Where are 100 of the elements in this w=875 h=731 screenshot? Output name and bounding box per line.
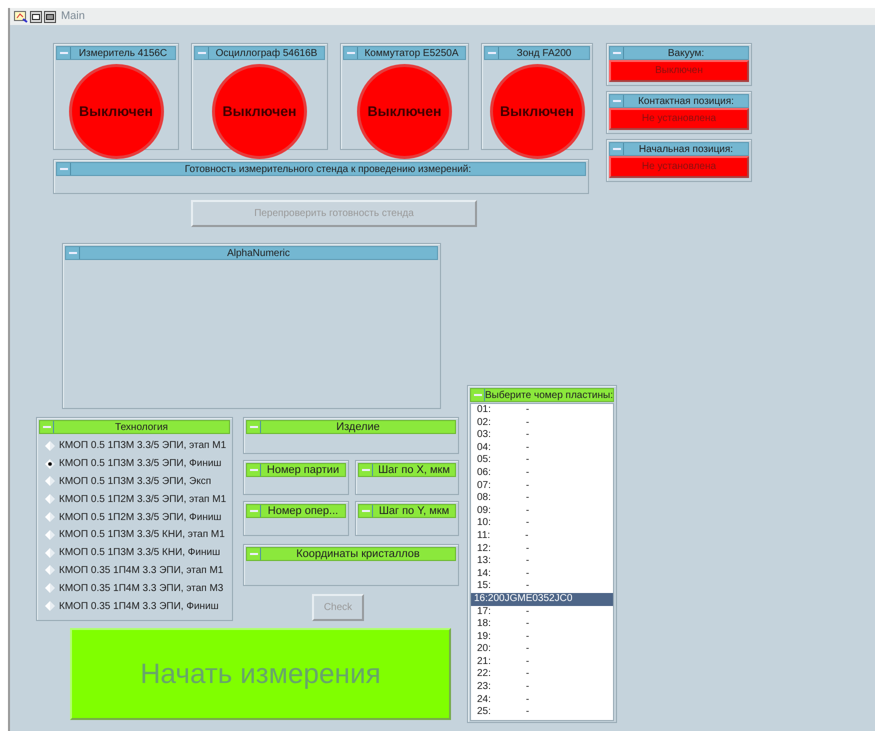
wafer-row[interactable]: 24: - <box>471 694 614 706</box>
wafer-value: - <box>526 656 530 668</box>
wafer-value: - <box>526 694 530 706</box>
minimize-button[interactable] <box>485 47 499 59</box>
window-title: Main <box>61 9 85 24</box>
minimize-button[interactable] <box>610 143 624 155</box>
wafer-value: - <box>526 517 530 530</box>
wafer-row[interactable]: 22: - <box>471 668 614 682</box>
wafer-row[interactable]: 14: - <box>471 568 614 580</box>
option-label: КМОП 0.5 1П2М 3.3/5 ЭПИ, этап М1 <box>59 492 226 507</box>
wafer-value: - <box>526 504 530 518</box>
minimize-button[interactable] <box>359 464 373 476</box>
radio-icon[interactable] <box>45 530 55 540</box>
window-icon[interactable] <box>44 10 56 22</box>
wafer-row[interactable]: 18: - <box>471 618 614 631</box>
minimize-button[interactable] <box>610 95 624 107</box>
minimize-button[interactable] <box>247 464 261 476</box>
radio-option[interactable]: КМОП 0.35 1П4М 3.3 ЭПИ, этап М1 <box>37 562 232 580</box>
indicator-value: Выключен <box>609 60 749 82</box>
radio-option[interactable]: КМОП 0.5 1П3М 3.3/5 ЭПИ, Эксп <box>37 472 232 490</box>
minimize-button[interactable] <box>610 47 624 59</box>
radio-icon[interactable] <box>45 601 55 612</box>
wafer-row[interactable]: 25: - <box>471 706 614 719</box>
chart-icon[interactable] <box>14 10 28 22</box>
option-label: КМОП 0.35 1П4М 3.3 ЭПИ, этап М3 <box>59 582 224 596</box>
wafer-row[interactable]: 19: - <box>471 630 614 644</box>
wafer-number: 23: <box>477 681 491 694</box>
wafer-value: - <box>526 492 530 505</box>
wafer-row[interactable]: 21: - <box>471 656 614 668</box>
wafer-value: - <box>526 416 530 430</box>
option-label: КМОП 0.35 1П4М 3.3 ЭПИ, этап М1 <box>59 564 224 578</box>
wafer-row[interactable]: 23: - <box>471 681 614 694</box>
radio-icon[interactable] <box>45 494 55 504</box>
panel-title: Осциллограф 54616B <box>214 47 318 59</box>
minimize-button[interactable] <box>359 505 373 517</box>
wafer-row[interactable]: 03: - <box>471 429 614 442</box>
panel-title: Зонд FA200 <box>516 47 572 59</box>
window-icon[interactable] <box>30 10 42 22</box>
radio-icon[interactable] <box>45 458 55 469</box>
radio-icon[interactable] <box>45 476 55 486</box>
wafer-row[interactable]: 12: - <box>471 542 614 556</box>
radio-option[interactable]: КМОП 0.5 1П2М 3.3/5 ЭПИ, Финиш <box>37 508 232 526</box>
wafer-number: 04: <box>477 442 491 454</box>
minimize-button[interactable] <box>66 247 80 259</box>
wafer-row[interactable]: 09: - <box>471 504 614 518</box>
wafer-value: - <box>526 466 530 480</box>
radio-option[interactable]: КМОП 0.5 1П2М 3.3/5 ЭПИ, этап М1 <box>37 490 232 508</box>
minimize-button[interactable] <box>57 47 71 59</box>
wafer-row[interactable]: 10: - <box>471 517 614 530</box>
minimize-button[interactable] <box>471 389 485 401</box>
wafer-row[interactable]: 06: - <box>471 466 614 480</box>
minimize-button[interactable] <box>247 548 261 560</box>
option-label: КМОП 0.5 1П2М 3.3/5 ЭПИ, Финиш <box>59 510 222 525</box>
wafer-row[interactable]: 20: - <box>471 643 614 656</box>
radio-option[interactable]: КМОП 0.35 1П4М 3.3 ЭПИ, Финиш <box>37 597 232 615</box>
radio-option[interactable]: КМОП 0.5 1П3М 3.3/5 КНИ, Финиш <box>37 544 232 562</box>
radio-icon[interactable] <box>45 583 55 594</box>
radio-option[interactable]: КМОП 0.5 1П3М 3.3/5 ЭПИ, этап М1 <box>37 437 232 455</box>
wafer-row[interactable]: 01: - <box>471 404 614 417</box>
option-label: КМОП 0.5 1П3М 3.3/5 КНИ, этап М1 <box>59 528 225 542</box>
wafer-row[interactable]: 05: - <box>471 454 614 467</box>
indicator-value: Не установлена <box>609 156 749 178</box>
wafer-value: - <box>526 454 530 467</box>
minimize-button[interactable] <box>195 47 209 59</box>
radio-option[interactable]: КМОП 0.5 1П3М 3.3/5 ЭПИ, Финиш <box>37 454 232 473</box>
panel-title: Начальная позиция: <box>638 143 734 155</box>
wafer-row[interactable]: 08: - <box>471 492 614 505</box>
wafer-row[interactable]: 13: - <box>471 555 614 568</box>
panel-title: Готовность измерительного стенда к проведению измерений: <box>184 163 472 175</box>
wafer-row[interactable]: 07: - <box>471 480 614 492</box>
panel-title: Номер опер... <box>266 505 340 517</box>
radio-icon[interactable] <box>45 512 55 522</box>
wafer-row[interactable]: 04: - <box>471 442 614 454</box>
panel-title: Номер партии <box>266 464 340 476</box>
radio-option[interactable]: КМОП 0.35 1П4М 3.3 ЭПИ, этап М3 <box>37 579 232 598</box>
wafer-row[interactable]: 02: - <box>471 416 614 430</box>
radio-option[interactable]: КМОП 0.5 1П3М 3.3/5 КНИ, этап М1 <box>37 526 232 544</box>
minimize-button[interactable] <box>247 505 261 517</box>
wafer-number: 09: <box>477 504 491 518</box>
wafer-number: 10: <box>477 517 491 530</box>
wafer-row[interactable]: 11: - <box>471 530 614 543</box>
panel-title: Контактная позиция: <box>637 95 735 107</box>
radio-icon[interactable] <box>45 548 55 558</box>
wafer-value: - <box>526 555 530 568</box>
status-indicator: Выключен <box>68 64 164 159</box>
wafer-number: 14: <box>477 568 491 580</box>
panel-title: Шаг по X, мкм <box>377 464 451 476</box>
wafer-row[interactable]: 16:200JGME0352JC0 <box>471 592 614 606</box>
minimize-button[interactable] <box>344 47 358 59</box>
wafer-value: - <box>526 606 530 618</box>
wafer-row[interactable]: 15: - <box>471 580 614 593</box>
status-indicator: Выключен <box>357 64 452 159</box>
radio-icon[interactable] <box>45 440 55 451</box>
minimize-button[interactable] <box>40 421 54 433</box>
minimize-button[interactable] <box>57 163 71 175</box>
wafer-value: - <box>526 542 530 556</box>
minimize-button[interactable] <box>247 421 261 433</box>
radio-icon[interactable] <box>45 565 55 576</box>
wafer-value: - <box>526 618 530 631</box>
wafer-row[interactable]: 17: - <box>471 606 614 618</box>
